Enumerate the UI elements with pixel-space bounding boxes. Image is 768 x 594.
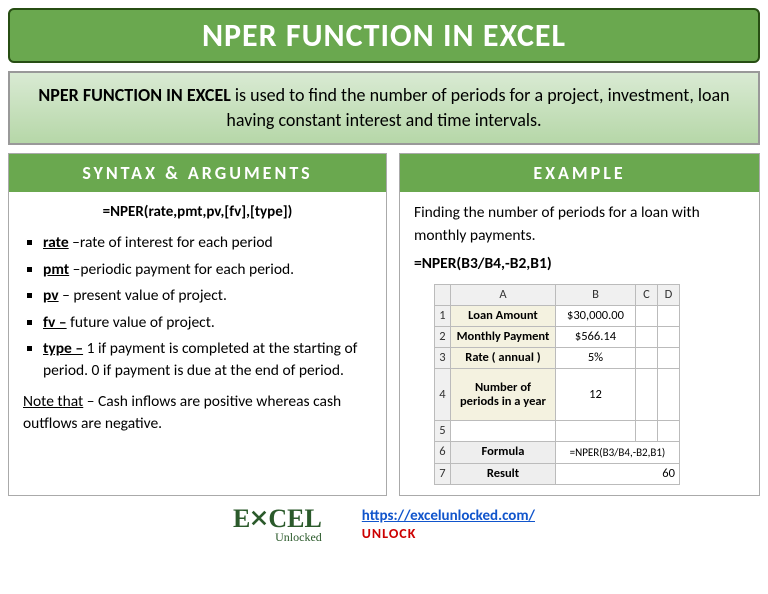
- cell-label: Monthly Payment: [450, 327, 555, 348]
- syntax-body: =NPER(rate,pmt,pv,[fv],[type]) rate –rat…: [9, 192, 386, 446]
- row-header: 1: [434, 305, 450, 326]
- corner-cell: [434, 284, 450, 305]
- cell-value: $566.14: [555, 327, 635, 348]
- col-header: A: [450, 284, 555, 305]
- page-title: NPER FUNCTION IN EXCEL: [16, 16, 752, 55]
- cell: [555, 421, 635, 442]
- description-box: NPER FUNCTION IN EXCEL is used to find t…: [8, 71, 760, 145]
- cell-formula: =NPER(B3/B4,-B2,B1): [555, 442, 679, 463]
- arg-name: pv: [43, 286, 59, 305]
- cell-result: 60: [555, 463, 679, 484]
- title-box: NPER FUNCTION IN EXCEL: [8, 8, 760, 63]
- argument-item: rate –rate of interest for each period: [43, 232, 372, 254]
- syntax-formula: =NPER(rate,pmt,pv,[fv],[type]): [23, 202, 372, 224]
- note: Note that – Cash inflows are positive wh…: [23, 391, 372, 436]
- cell-value: 12: [555, 369, 635, 421]
- cell-label: Loan Amount: [450, 305, 555, 326]
- header-row: A B C D: [434, 284, 679, 305]
- cell-label: Rate ( annual ): [450, 348, 555, 369]
- arg-desc: periodic payment for each period.: [80, 260, 294, 279]
- table-row: 5: [434, 421, 679, 442]
- arg-desc: 1 if payment is completed at the startin…: [43, 339, 357, 380]
- footer: ECEL Unlocked https://excelunlocked.com/…: [8, 504, 760, 545]
- arg-name: type –: [43, 339, 83, 358]
- note-label: Note that: [23, 392, 83, 411]
- cell-label: Number of periods in a year: [450, 369, 555, 421]
- logo-pre: E: [233, 504, 250, 533]
- arg-name: fv –: [43, 313, 67, 332]
- argument-item: pmt –periodic payment for each period.: [43, 259, 372, 281]
- row-header: 7: [434, 463, 450, 484]
- argument-item: type – 1 if payment is completed at the …: [43, 338, 372, 383]
- table-row: 1Loan Amount$30,000.00: [434, 305, 679, 326]
- row-header: 4: [434, 369, 450, 421]
- col-header: B: [555, 284, 635, 305]
- logo-post: CEL: [268, 504, 321, 533]
- col-header: D: [657, 284, 679, 305]
- row-header: 2: [434, 327, 450, 348]
- cell-label: Result: [450, 463, 555, 484]
- description-bold: NPER FUNCTION IN EXCEL: [38, 84, 230, 106]
- cell: [450, 421, 555, 442]
- row-header: 5: [434, 421, 450, 442]
- description-text: is used to find the number of periods fo…: [226, 84, 729, 131]
- table-row: 7Result60: [434, 463, 679, 484]
- cell-value: $30,000.00: [555, 305, 635, 326]
- table-row: 2Monthly Payment$566.14: [434, 327, 679, 348]
- col-header: C: [635, 284, 657, 305]
- arg-name: pmt: [43, 260, 69, 279]
- logo-text-group: ECEL Unlocked: [233, 504, 322, 545]
- unlock-text: UNLOCK: [362, 525, 535, 542]
- website-link[interactable]: https://excelunlocked.com/: [362, 507, 535, 525]
- row-header: 3: [434, 348, 450, 369]
- spreadsheet: A B C D 1Loan Amount$30,000.00 2Monthly …: [434, 284, 680, 485]
- footer-links: https://excelunlocked.com/ UNLOCK: [362, 506, 535, 542]
- argument-item: fv – future value of project.: [43, 312, 372, 334]
- columns: SYNTAX & ARGUMENTS =NPER(rate,pmt,pv,[fv…: [8, 153, 760, 495]
- example-body: Finding the number of periods for a loan…: [400, 192, 759, 494]
- example-formula: =NPER(B3/B4,-B2,B1): [414, 253, 745, 275]
- cell-label: Formula: [450, 442, 555, 463]
- example-panel: EXAMPLE Finding the number of periods fo…: [399, 153, 760, 495]
- arg-desc: present value of project.: [73, 286, 227, 305]
- table-row: 4Number of periods in a year12: [434, 369, 679, 421]
- example-intro: Finding the number of periods for a loan…: [414, 202, 745, 247]
- syntax-panel: SYNTAX & ARGUMENTS =NPER(rate,pmt,pv,[fv…: [8, 153, 387, 495]
- argument-list: rate –rate of interest for each period p…: [23, 232, 372, 383]
- example-heading: EXAMPLE: [400, 154, 759, 192]
- arg-desc: rate of interest for each period: [80, 233, 273, 252]
- x-icon: [250, 509, 268, 527]
- syntax-heading: SYNTAX & ARGUMENTS: [9, 154, 386, 192]
- arg-desc: future value of project.: [70, 313, 215, 332]
- row-header: 6: [434, 442, 450, 463]
- table-row: 6Formula=NPER(B3/B4,-B2,B1): [434, 442, 679, 463]
- logo: ECEL Unlocked: [233, 504, 322, 545]
- argument-item: pv – present value of project.: [43, 285, 372, 307]
- table-row: 3Rate ( annual )5%: [434, 348, 679, 369]
- arg-name: rate: [43, 233, 69, 252]
- cell-value: 5%: [555, 348, 635, 369]
